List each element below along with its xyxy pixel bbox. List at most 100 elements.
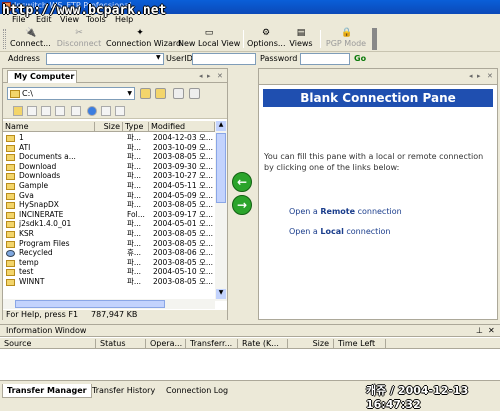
column-type[interactable]: Type [123, 122, 149, 132]
pin-icon[interactable]: ⊥ [476, 326, 483, 335]
scroll-up-icon[interactable]: ▲ [216, 121, 226, 131]
folder-icon [6, 192, 15, 200]
password-input[interactable] [300, 53, 350, 65]
list-item[interactable]: Recycled 휴... 2003-08-06 오... [3, 248, 215, 258]
list-item[interactable]: WINNT 파... 2003-08-05 오... [3, 277, 215, 287]
scroll-thumb[interactable] [216, 133, 226, 203]
tab-transfer-manager[interactable]: Transfer Manager [2, 384, 92, 398]
refresh-icon[interactable] [173, 88, 184, 99]
go-button[interactable]: Go [354, 54, 366, 63]
list-item[interactable]: ATI 파... 2003-10-09 오... [3, 143, 215, 153]
toolbar-grip[interactable] [3, 29, 6, 49]
delete-icon[interactable] [71, 106, 81, 116]
toolbar-end-handle[interactable] [372, 28, 377, 50]
copy-icon[interactable] [27, 106, 37, 116]
new-folder-icon[interactable] [155, 88, 166, 99]
paste-icon[interactable] [41, 106, 51, 116]
tab-my-computer[interactable]: My Computer [7, 70, 77, 83]
column-operation[interactable]: Opera... [146, 339, 186, 349]
properties-icon[interactable] [101, 106, 111, 116]
h-scroll-thumb[interactable] [15, 300, 165, 308]
globe-icon[interactable] [87, 106, 97, 116]
local-status-bar: For Help, press F1 787,947 KB [3, 310, 227, 320]
close-icon[interactable]: ✕ [488, 326, 495, 335]
list-item[interactable]: Program Files 파... 2003-08-05 오... [3, 239, 215, 249]
folder-icon [6, 240, 15, 248]
views-button[interactable]: ▤ Views [288, 28, 314, 50]
folder-icon [6, 135, 15, 142]
column-transferred[interactable]: Transferr... [186, 339, 238, 349]
column-name[interactable]: Name [3, 122, 95, 132]
userid-label: UserID [166, 54, 193, 63]
list-item[interactable]: Gva 파... 2004-05-09 오... [3, 191, 215, 201]
column-size[interactable]: Size [288, 339, 334, 349]
pgp-mode-button[interactable]: 🔒 PGP Mode [324, 28, 368, 50]
address-dropdown-icon[interactable]: ▼ [156, 54, 161, 61]
file-modified: 2004-05-10 오... [153, 267, 214, 277]
transfer-left-button[interactable]: ← [232, 172, 252, 192]
tab-next-icon[interactable]: ▸ [477, 72, 481, 80]
file-modified: 2003-10-27 오... [153, 171, 214, 181]
open-remote-link[interactable]: Open a Remote connection [289, 207, 402, 216]
file-type: 파... [127, 142, 142, 152]
tab-next-icon[interactable]: ▸ [207, 72, 211, 80]
list-item[interactable]: Documents a... 파... 2003-08-05 오... [3, 152, 215, 162]
column-rate[interactable]: Rate (K... [238, 339, 288, 349]
list-item[interactable]: INCINERATE Fol... 2003-09-17 오... [3, 210, 215, 220]
file-name: j2sdk1.4.0_01 [19, 219, 72, 229]
close-icon[interactable]: ✕ [217, 72, 223, 80]
disconnect-button[interactable]: ✂ Disconnect [56, 28, 102, 50]
disconnect-icon: ✂ [75, 28, 83, 38]
column-time-left[interactable]: Time Left [334, 339, 386, 349]
file-type: 휴... [127, 248, 142, 258]
column-source[interactable]: Source [0, 339, 96, 349]
scroll-down-icon[interactable]: ▼ [216, 289, 226, 299]
file-modified: 2003-08-05 오... [153, 200, 214, 210]
column-modified[interactable]: Modified [149, 122, 215, 132]
tab-prev-icon[interactable]: ◂ [199, 72, 203, 80]
file-name: HySnapDX [19, 200, 59, 210]
file-modified: 2003-08-05 오... [153, 152, 214, 162]
connection-wizard-button[interactable]: ✦ Connection Wizard [106, 28, 181, 50]
filter-icon[interactable] [115, 106, 125, 116]
options-button[interactable]: ⚙ Options... [247, 28, 286, 50]
vertical-scrollbar[interactable]: ▲ ▼ [215, 121, 227, 301]
rename-icon[interactable] [55, 106, 65, 116]
view-menu-icon[interactable] [189, 88, 200, 99]
column-size[interactable]: Size [95, 122, 123, 132]
userid-input[interactable] [192, 53, 256, 65]
open-local-link[interactable]: Open a Local connection [289, 227, 390, 236]
column-status[interactable]: Status [96, 339, 146, 349]
toolbar: 🔌 Connect... ✂ Disconnect ✦ Connection Wiza… [0, 26, 500, 52]
status-size: 787,947 KB [91, 310, 138, 319]
tab-prev-icon[interactable]: ◂ [469, 72, 473, 80]
file-name: Gva [19, 190, 34, 200]
list-item[interactable]: 1 파... 2004-12-03 오... [3, 133, 215, 143]
tab-transfer-history[interactable]: Transfer History [88, 384, 159, 398]
tab-connection-log[interactable]: Connection Log [162, 384, 232, 398]
address-input[interactable] [46, 53, 164, 65]
list-item[interactable]: j2sdk1.4.0_01 파... 2004-05-01 오... [3, 219, 215, 229]
transfer-right-button[interactable]: → [232, 195, 252, 215]
up-folder-icon[interactable] [140, 88, 151, 99]
address-label: Address [8, 54, 40, 63]
close-icon[interactable]: ✕ [487, 72, 493, 80]
file-modified: 2003-08-06 오... [153, 248, 214, 258]
file-modified: 2003-10-09 오... [153, 142, 214, 152]
connection-panel: ◂ ▸ ✕ Blank Connection Pane You can fill… [258, 68, 498, 320]
list-item[interactable]: KSR 파... 2003-08-05 오... [3, 229, 215, 239]
open-icon[interactable] [13, 106, 23, 116]
connect-button[interactable]: 🔌 Connect... [10, 28, 51, 50]
new-local-view-button[interactable]: ▭ New Local View [178, 28, 240, 50]
file-modified: 2003-08-05 오... [153, 228, 214, 238]
recycle-bin-icon [6, 250, 15, 258]
list-item[interactable]: temp 파... 2003-08-05 오... [3, 258, 215, 268]
list-item[interactable]: Gample 파... 2004-05-11 오... [3, 181, 215, 191]
file-type: 파... [127, 276, 142, 286]
list-item[interactable]: test 파... 2004-05-10 오... [3, 267, 215, 277]
list-item[interactable]: Downloads 파... 2003-10-27 오... [3, 171, 215, 181]
list-item[interactable]: Download 파... 2003-09-30 오... [3, 162, 215, 172]
horizontal-scrollbar[interactable] [3, 299, 215, 309]
path-dropdown[interactable]: C:\ ▼ [7, 87, 135, 100]
list-item[interactable]: HySnapDX 파... 2003-08-05 오... [3, 200, 215, 210]
